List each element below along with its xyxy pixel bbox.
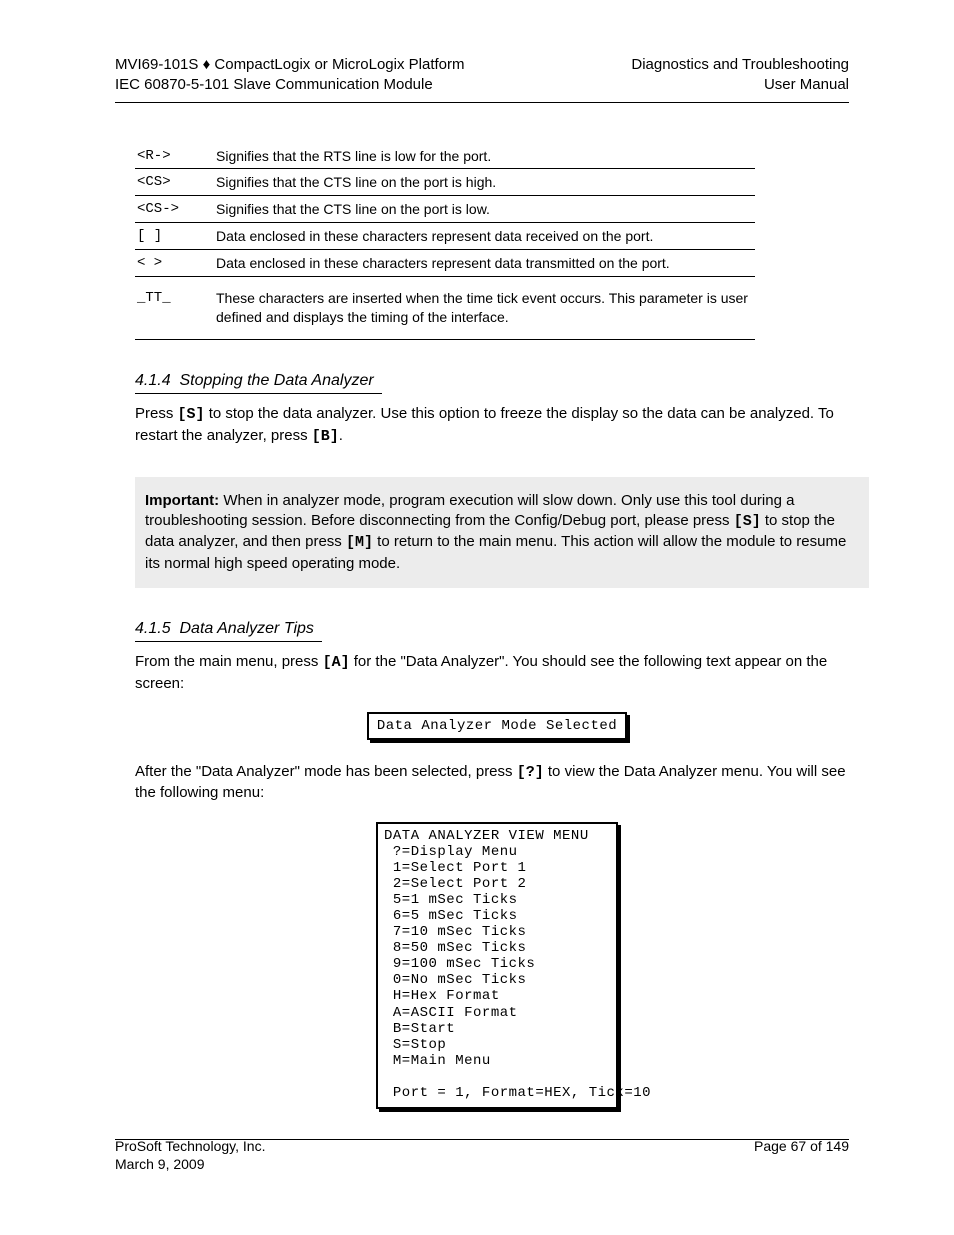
important-box: Important: When in analyzer mode, progra… — [135, 477, 869, 588]
section-heading-tips: 4.1.5 Data Analyzer Tips — [135, 618, 859, 643]
key-question: [?] — [517, 764, 544, 781]
header-product: MVI69-101S — [115, 56, 198, 73]
section-heading-stopping: 4.1.4 Stopping the Data Analyzer — [135, 370, 859, 395]
header-platform: CompactLogix or MicroLogix Platform — [214, 56, 464, 73]
table-row: <R-> Signifies that the RTS line is low … — [135, 143, 755, 169]
code-desc: Data enclosed in these characters repres… — [214, 250, 755, 277]
page-header: MVI69-101S ♦ CompactLogix or MicroLogix … — [115, 55, 849, 96]
page-header-right: Diagnostics and Troubleshooting User Man… — [631, 55, 849, 96]
code-desc: Signifies that the CTS line on the port … — [214, 196, 755, 223]
code-key: <R-> — [135, 143, 214, 169]
footer-right: Page 67 of 149 — [754, 1138, 849, 1173]
table-row: <CS-> Signifies that the CTS line on the… — [135, 196, 755, 223]
page-header-left: MVI69-101S ♦ CompactLogix or MicroLogix … — [115, 55, 464, 96]
header-sep: ♦ — [203, 56, 211, 73]
key-m: [M] — [346, 534, 373, 551]
code-key: <CS> — [135, 169, 214, 196]
terminal-mode-selected: Data Analyzer Mode Selected — [367, 712, 627, 740]
section-number: 4.1.5 — [135, 620, 171, 637]
table-row: _TT_ These characters are inserted when … — [135, 276, 755, 339]
code-key: [ ] — [135, 223, 214, 250]
stopping-paragraph: Press [S] to stop the data analyzer. Use… — [135, 404, 859, 447]
important-label: Important: — [145, 492, 219, 509]
key-b: [B] — [312, 428, 339, 445]
analyzer-codes-table: <R-> Signifies that the RTS line is low … — [135, 143, 755, 340]
code-key: <CS-> — [135, 196, 214, 223]
header-subtitle: IEC 60870-5-101 Slave Communication Modu… — [115, 76, 433, 93]
table-row: < > Data enclosed in these characters re… — [135, 250, 755, 277]
key-s: [S] — [734, 513, 761, 530]
header-rule — [115, 102, 849, 103]
terminal-analyzer-menu: DATA ANALYZER VIEW MENU ?=Display Menu 1… — [376, 822, 618, 1110]
table-row: [ ] Data enclosed in these characters re… — [135, 223, 755, 250]
section-title: Data Analyzer Tips — [179, 620, 313, 637]
header-section: Diagnostics and Troubleshooting — [631, 56, 849, 73]
footer-date: March 9, 2009 — [115, 1156, 205, 1172]
footer-page-number: Page 67 of 149 — [754, 1138, 849, 1154]
code-desc: These characters are inserted when the t… — [214, 276, 755, 339]
section-number: 4.1.4 — [135, 372, 171, 389]
footer-left: ProSoft Technology, Inc. March 9, 2009 — [115, 1138, 265, 1173]
code-desc: Signifies that the RTS line is low for t… — [214, 143, 755, 169]
page-footer: ProSoft Technology, Inc. March 9, 2009 P… — [115, 1138, 849, 1173]
table-row: <CS> Signifies that the CTS line on the … — [135, 169, 755, 196]
section-title: Stopping the Data Analyzer — [179, 372, 373, 389]
code-key: _TT_ — [135, 276, 214, 339]
code-key: < > — [135, 250, 214, 277]
code-desc: Data enclosed in these characters repres… — [214, 223, 755, 250]
key-s: [S] — [178, 406, 205, 423]
tips-paragraph-1: From the main menu, press [A] for the "D… — [135, 652, 859, 694]
header-doc-type: User Manual — [764, 76, 849, 93]
key-a: [A] — [323, 654, 350, 671]
tips-paragraph-2: After the "Data Analyzer" mode has been … — [135, 762, 859, 804]
footer-company: ProSoft Technology, Inc. — [115, 1138, 265, 1154]
code-desc: Signifies that the CTS line on the port … — [214, 169, 755, 196]
